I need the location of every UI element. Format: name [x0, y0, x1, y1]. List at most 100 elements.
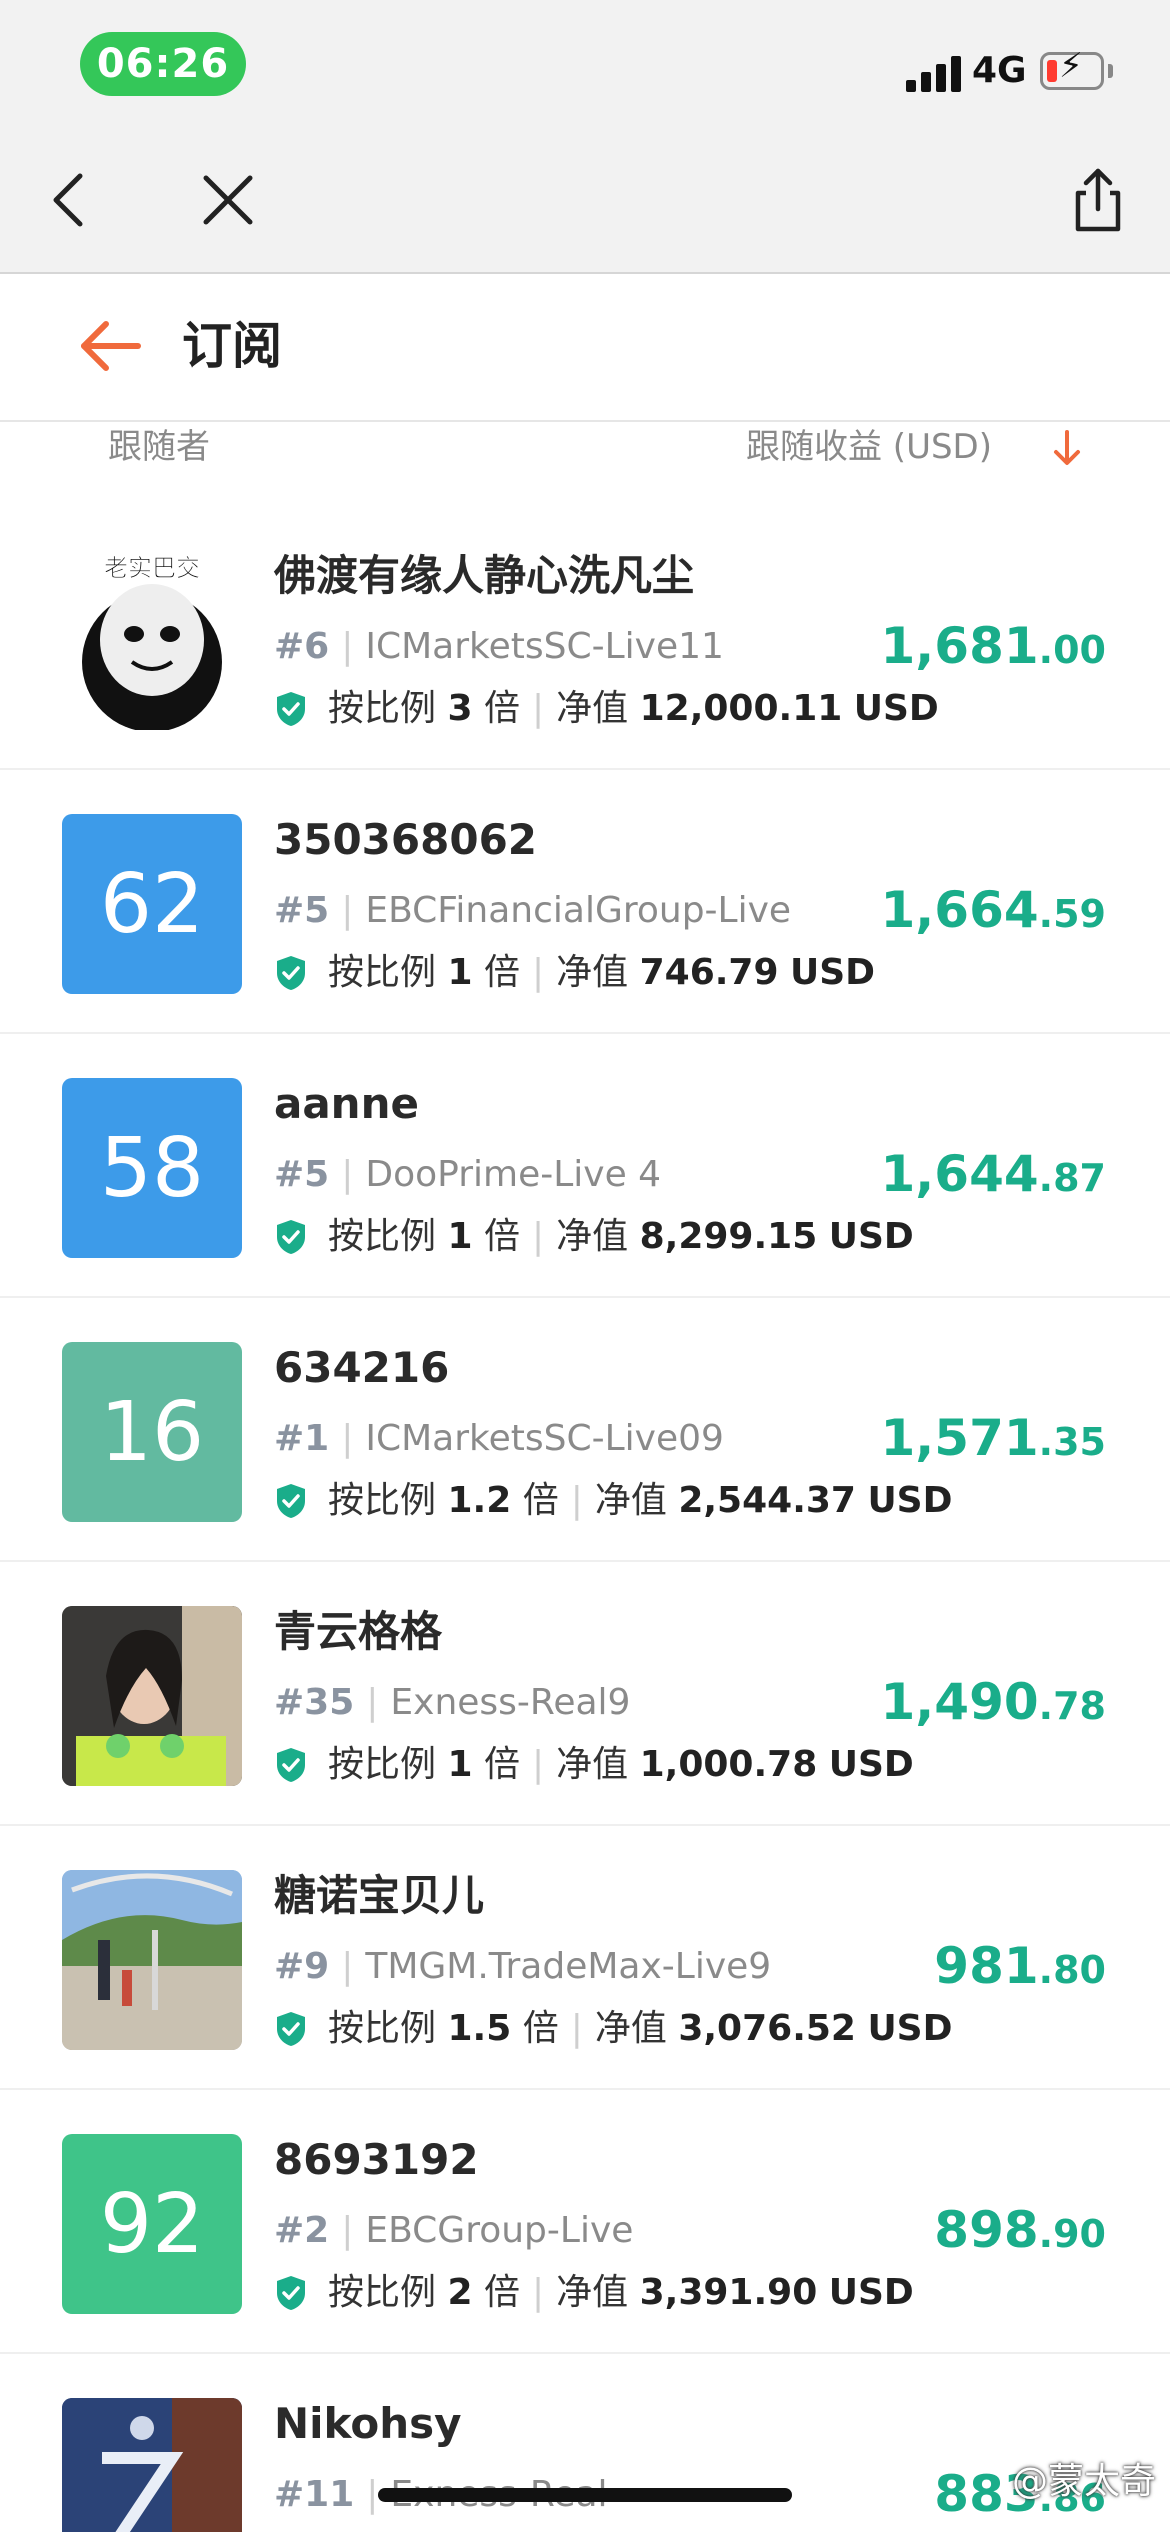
server-name: ICMarketsSC-Live11	[365, 626, 724, 667]
account-meta: #5 | DooPrime-Live 4	[274, 1154, 662, 1195]
follower-name: 350368062	[274, 815, 538, 864]
server-name: TMGM.TradeMax-Live9	[365, 1946, 772, 1987]
avatar	[62, 1870, 242, 2050]
home-indicator[interactable]	[378, 2488, 792, 2502]
follow-detail: 按比例 1 倍 | 净值 1,000.78 USD	[274, 1740, 914, 1790]
ratio-unit: 倍	[522, 1480, 559, 1521]
verified-shield-icon	[277, 1220, 305, 1254]
verified-shield-icon	[277, 2012, 305, 2046]
network-type: 4G	[972, 50, 1027, 91]
ratio-label: 按比例	[328, 1480, 437, 1521]
ratio-value: 1.5	[447, 2008, 512, 2049]
ratio-unit: 倍	[483, 1744, 520, 1785]
follow-profit: 1,681.00	[881, 614, 1106, 682]
rank: #35	[274, 1682, 355, 1723]
avatar: 58	[62, 1078, 242, 1258]
profit-decimal: .90	[1038, 2212, 1106, 2256]
profit-integer: 1,681	[880, 617, 1039, 675]
follow-profit: 1,644.87	[881, 1142, 1106, 1210]
ratio-unit: 倍	[483, 1216, 520, 1257]
equity-value: 12,000.11	[639, 688, 843, 729]
follow-detail: 按比例 2 倍 | 净值 3,391.90 USD	[274, 2268, 914, 2318]
share-icon[interactable]	[1058, 160, 1138, 240]
equity-currency: USD	[867, 2008, 953, 2049]
sort-down-icon[interactable]	[1050, 428, 1084, 468]
avatar-text: 老实巴交	[104, 554, 200, 582]
follower-list: 老实巴交 佛渡有缘人静心洗凡尘 #6 | ICMarketsSC-Live11 按比…	[0, 506, 1170, 2532]
profit-decimal: .78	[1038, 1684, 1106, 1728]
ratio-value: 2	[447, 2272, 473, 2313]
close-icon[interactable]	[188, 160, 268, 240]
list-item[interactable]: 92 8693192 #2 | EBCGroup-Live 按比例 2 倍 | 净值 3…	[0, 2090, 1170, 2354]
equity-label: 净值	[556, 1744, 629, 1785]
profit-integer: 1,664	[880, 881, 1039, 939]
back-icon[interactable]	[28, 160, 108, 240]
rank: #11	[274, 2474, 355, 2515]
profit-integer: 1,571	[880, 1409, 1039, 1467]
follower-name: aanne	[274, 1079, 419, 1128]
server-name: ICMarketsSC-Live09	[365, 1418, 724, 1459]
browser-nav-bar	[0, 130, 1170, 274]
account-meta: #1 | ICMarketsSC-Live09	[274, 1418, 724, 1459]
back-arrow-icon[interactable]	[76, 314, 146, 378]
ratio-unit: 倍	[522, 2008, 559, 2049]
battery-icon: ⚡	[1040, 49, 1104, 90]
ratio-label: 按比例	[328, 952, 437, 993]
rank: #2	[274, 2210, 330, 2251]
equity-value: 746.79	[639, 952, 779, 993]
follower-name: 8693192	[274, 2135, 479, 2184]
equity-currency: USD	[867, 1480, 953, 1521]
verified-shield-icon	[277, 1484, 305, 1518]
verified-shield-icon	[277, 2276, 305, 2310]
verified-shield-icon	[277, 692, 305, 726]
profit-decimal: .59	[1038, 892, 1106, 936]
profit-integer: 1,644	[880, 1145, 1039, 1203]
follow-detail: 按比例 1 倍 | 净值 746.79 USD	[274, 948, 875, 998]
list-item[interactable]: Nikohsy #11|Exness-Real 883.86	[0, 2354, 1170, 2532]
avatar: 老实巴交	[62, 550, 242, 730]
follow-profit: 898.90	[934, 2198, 1106, 2266]
status-time: 06:26	[80, 32, 246, 96]
profit-decimal: .35	[1038, 1420, 1106, 1464]
equity-currency: USD	[828, 2272, 914, 2313]
list-item[interactable]: 糖诺宝贝儿 #9 | TMGM.TradeMax-Live9 按比例 1.5 倍 | 净…	[0, 1826, 1170, 2090]
equity-label: 净值	[556, 952, 629, 993]
ratio-label: 按比例	[328, 2272, 437, 2313]
list-item[interactable]: 16 634216 #1 | ICMarketsSC-Live09 按比例 1.2 …	[0, 1298, 1170, 1562]
list-item[interactable]: 58 aanne #5 | DooPrime-Live 4 按比例 1 倍 | 净值 8…	[0, 1034, 1170, 1298]
follow-detail: 按比例 1 倍 | 净值 8,299.15 USD	[274, 1212, 914, 1262]
ratio-value: 1	[447, 952, 473, 993]
list-item[interactable]: 青云格格 #35 | Exness-Real9 按比例 1 倍 | 净值 1,000.7…	[0, 1562, 1170, 1826]
avatar	[62, 2398, 242, 2532]
rank: #5	[274, 1154, 330, 1195]
equity-currency: USD	[828, 1744, 914, 1785]
avatar: 92	[62, 2134, 242, 2314]
ratio-value: 1	[447, 1216, 473, 1257]
follow-profit: 1,664.59	[881, 878, 1106, 946]
profit-integer: 981	[934, 1937, 1039, 1995]
page-header: 订阅	[0, 274, 1170, 422]
ratio-unit: 倍	[483, 2272, 520, 2313]
account-meta: #9 | TMGM.TradeMax-Live9	[274, 1946, 772, 1987]
equity-currency: USD	[853, 688, 939, 729]
follow-detail: 按比例 1.2 倍 | 净值 2,544.37 USD	[274, 1476, 952, 1526]
account-meta: #35 | Exness-Real9	[274, 1682, 631, 1723]
list-item[interactable]: 老实巴交 佛渡有缘人静心洗凡尘 #6 | ICMarketsSC-Live11 按比…	[0, 506, 1170, 770]
rank: #1	[274, 1418, 330, 1459]
equity-value: 3,076.52	[678, 2008, 856, 2049]
ratio-value: 3	[447, 688, 473, 729]
follower-name: Nikohsy	[274, 2399, 462, 2448]
follower-name: 634216	[274, 1343, 450, 1392]
follow-detail: 按比例 1.5 倍 | 净值 3,076.52 USD	[274, 2004, 952, 2054]
equity-currency: USD	[828, 1216, 914, 1257]
list-item[interactable]: 62 350368062 #5 | EBCFinancialGroup-Live 按…	[0, 770, 1170, 1034]
account-meta: #6 | ICMarketsSC-Live11	[274, 626, 724, 667]
profit-decimal: .80	[1038, 1948, 1106, 1992]
verified-shield-icon	[277, 956, 305, 990]
equity-label: 净值	[594, 1480, 667, 1521]
watermark: @蒙太奇	[1011, 2461, 1156, 2502]
follower-name: 佛渡有缘人静心洗凡尘	[274, 551, 695, 600]
follow-detail: 按比例 3 倍 | 净值 12,000.11 USD	[274, 684, 939, 734]
column-profit-label[interactable]: 跟随收益 (USD)	[746, 422, 992, 472]
equity-label: 净值	[556, 688, 629, 729]
